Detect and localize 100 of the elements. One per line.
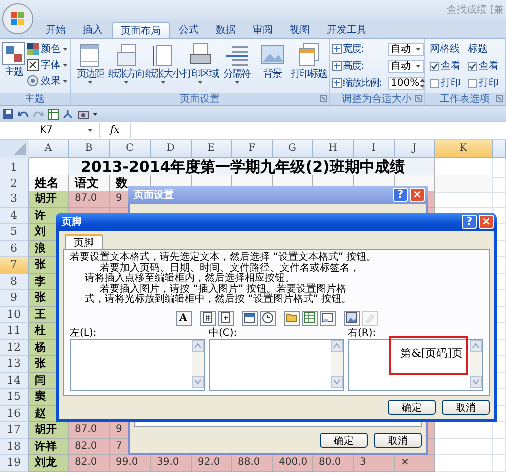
column-header[interactable]: C [110, 140, 151, 158]
row-header[interactable]: 7 [0, 257, 29, 274]
ribbon-button[interactable]: 背景 [255, 41, 290, 81]
color-swatch-icon [27, 43, 39, 55]
dialog-tab[interactable]: 页脚 [65, 234, 103, 249]
row-header[interactable]: 17 [0, 422, 29, 438]
footer-text: 第&[页码]页 [400, 346, 463, 360]
spin-field[interactable]: 100% [388, 76, 424, 90]
column-header[interactable]: J [395, 140, 435, 158]
checkbox[interactable] [430, 78, 439, 88]
row-header[interactable]: 8 [0, 274, 29, 290]
function-button[interactable]: fx [104, 125, 126, 136]
table-cell: 87.0 [69, 191, 110, 208]
dropdown-field[interactable]: 自动 [388, 60, 424, 72]
row-header[interactable]: 13 [0, 356, 29, 372]
toolbar-button[interactable] [344, 310, 360, 326]
column-heading-cell: 姓名 [29, 174, 69, 192]
text-area[interactable] [70, 338, 205, 390]
name-box[interactable]: K7 [0, 123, 100, 138]
column-header[interactable]: H [313, 140, 354, 158]
ribbon-tab[interactable]: 公式 [171, 22, 207, 38]
help-button[interactable]: ? [462, 215, 477, 229]
row-header[interactable]: 10 [0, 306, 29, 323]
undo-icon[interactable] [18, 108, 29, 120]
ribbon-button[interactable]: 颜色 [27, 42, 68, 56]
ok-button[interactable]: 确定 [320, 433, 368, 448]
column-header[interactable]: F [232, 140, 273, 158]
ok-button[interactable]: 确定 [388, 400, 436, 415]
ribbon-button[interactable]: 纸张方向 [108, 41, 145, 85]
camera-icon[interactable] [78, 108, 89, 120]
row-header[interactable]: 9 [0, 290, 29, 306]
dialog-launcher-icon[interactable] [415, 95, 422, 102]
scrollbar[interactable] [470, 340, 482, 388]
row-header[interactable]: 6 [0, 240, 29, 257]
toolbar-button[interactable] [242, 310, 258, 326]
ribbon-button[interactable]: 分隔符 [220, 41, 254, 85]
cancel-button[interactable]: 取消 [374, 433, 422, 448]
caret-icon[interactable] [93, 112, 98, 116]
ribbon-tab[interactable]: 开始 [38, 22, 74, 38]
row-header[interactable]: 11 [0, 323, 29, 340]
dropdown-field[interactable]: 自动 [388, 42, 424, 56]
row-header[interactable]: 12 [0, 340, 29, 356]
column-header[interactable]: K [435, 140, 493, 158]
font-icon [27, 59, 39, 71]
table-icon[interactable] [48, 108, 59, 120]
theme-icon [2, 42, 26, 66]
row-header[interactable]: 16 [0, 406, 29, 422]
column-header[interactable]: D [151, 140, 192, 158]
ribbon-button[interactable]: 打印标题 [291, 41, 328, 81]
ribbon-button[interactable]: 打印区域 [182, 41, 219, 85]
toolbar-button[interactable] [218, 310, 234, 326]
row-header[interactable]: 19 [0, 455, 29, 472]
paint-icon [364, 312, 376, 324]
dialog-launcher-icon[interactable] [320, 95, 327, 102]
row-header[interactable]: 18 [0, 438, 29, 455]
checkbox[interactable] [430, 62, 439, 70]
table-cell: 92.0 [192, 455, 232, 472]
format-text-button[interactable]: A [176, 310, 192, 326]
column-header[interactable]: G [273, 140, 313, 158]
column-header[interactable]: I [354, 140, 395, 158]
save-icon[interactable] [3, 108, 14, 120]
ribbon-tab[interactable]: 开发工具 [319, 22, 375, 38]
ribbon-tab[interactable]: 数据 [208, 22, 244, 38]
scrollbar[interactable] [331, 340, 343, 388]
column-header[interactable]: A [29, 140, 69, 158]
column-header[interactable]: E [192, 140, 232, 158]
caret-icon [88, 129, 93, 132]
checkbox[interactable] [468, 78, 477, 88]
cancel-button[interactable]: 取消 [442, 400, 490, 415]
ribbon-tab[interactable]: 页面布局 [112, 22, 170, 38]
toolbar-button[interactable] [200, 310, 216, 326]
toolbar-button[interactable] [320, 310, 336, 326]
toolbar-button[interactable] [260, 310, 276, 326]
row-header[interactable]: 15 [0, 389, 29, 406]
scrollbar[interactable] [192, 340, 204, 388]
row-header[interactable]: 5 [0, 224, 29, 240]
row-header[interactable]: 14 [0, 372, 29, 389]
arrows-icon[interactable] [63, 108, 74, 120]
text-area[interactable]: 第&[页码]页 [348, 338, 483, 390]
group-label: 工作表选项 [440, 92, 490, 106]
ribbon-tab[interactable]: 插入 [75, 22, 111, 38]
column-header[interactable]: B [69, 140, 110, 158]
clock-icon [262, 312, 274, 324]
checkbox[interactable] [468, 62, 477, 70]
ribbon-tab[interactable]: 视图 [282, 22, 318, 38]
caret-icon [234, 81, 240, 84]
themes-button[interactable]: 主题 [2, 41, 26, 79]
ribbon-button[interactable]: 效果 [27, 74, 68, 88]
pages-plus-icon [220, 312, 232, 324]
checkbox-label: 查看 [479, 60, 499, 73]
text-area[interactable] [209, 338, 344, 390]
dialog-launcher-icon[interactable] [496, 95, 503, 102]
row-header[interactable]: 4 [0, 208, 29, 224]
close-button[interactable]: × [479, 215, 494, 229]
ribbon-button[interactable]: 字体 [27, 58, 68, 72]
resize-icon [332, 61, 342, 71]
row-header[interactable]: 3 [0, 191, 29, 208]
ribbon-tab[interactable]: 审阅 [245, 22, 281, 38]
ribbon-button[interactable]: 页边距 [73, 41, 108, 85]
ribbon-button[interactable]: 纸张大小 [146, 41, 182, 85]
